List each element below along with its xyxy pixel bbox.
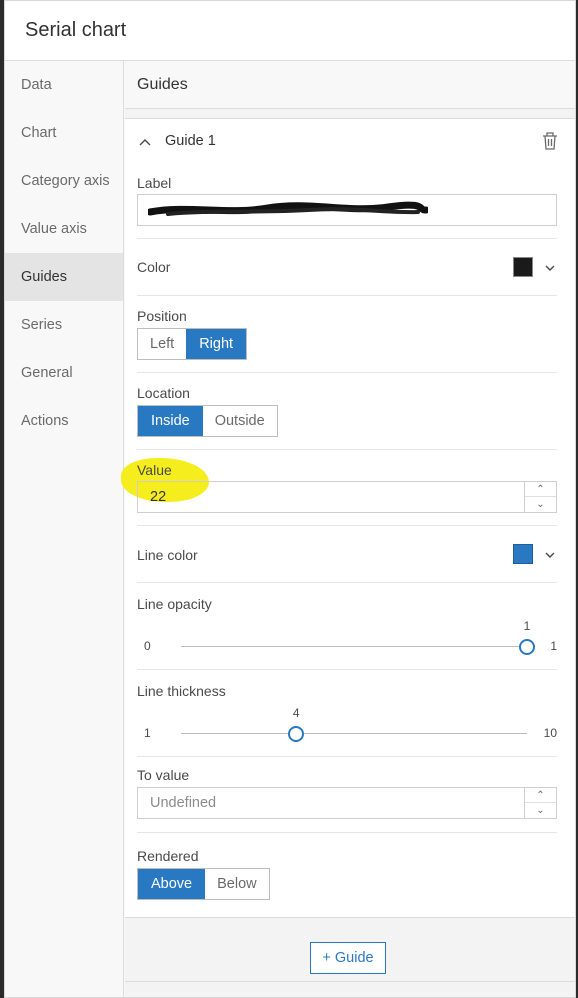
footer-divider [125,981,575,982]
line-color-row: Line color [137,526,557,583]
slider-track[interactable] [181,733,527,734]
slider-min: 1 [144,726,151,740]
slider-value: 1 [523,619,531,633]
trash-icon[interactable] [541,131,561,151]
to-value-caption: To value [137,767,190,783]
position-caption: Position [137,308,187,324]
redaction-scribble [148,201,428,216]
slider-min: 0 [144,639,151,653]
settings-sidebar: Data Chart Category axis Value axis Guid… [5,61,124,997]
section-title: Guides [125,61,575,109]
line-opacity-slider: 0 1 1 [137,619,557,659]
value-input[interactable]: 22 ⌃ ⌄ [137,481,557,513]
rendered-above-option[interactable]: Above [138,869,206,899]
value-row: Value 22 ⌃ ⌄ [121,450,557,526]
slider-value: 4 [292,706,300,720]
position-row: Position Left Right [137,296,557,373]
sidebar-item-data[interactable]: Data [5,61,123,109]
slider-max: 1 [550,639,557,653]
color-caption: Color [137,259,171,275]
line-opacity-caption: Line opacity [137,596,212,612]
line-thickness-caption: Line thickness [137,683,226,699]
chevron-down-icon [545,547,557,561]
to-value-spinner: ⌃ ⌄ [524,788,556,818]
label-input[interactable] [137,194,557,226]
sidebar-item-guides[interactable]: Guides [5,253,123,301]
guide-header[interactable]: Guide 1 [125,119,575,163]
location-inside-option[interactable]: Inside [138,406,203,436]
sidebar-item-value-axis[interactable]: Value axis [5,205,123,253]
caret-up-icon[interactable]: ⌃ [525,482,556,497]
rendered-row: Rendered Above Below [137,833,557,917]
location-row: Location Inside Outside [137,373,557,450]
line-color-caption: Line color [137,547,198,563]
add-guide-button[interactable]: + Guide [310,942,386,974]
caret-down-icon[interactable]: ⌄ [525,803,556,818]
to-value-row: To value Undefined ⌃ ⌄ [137,757,557,833]
guides-content: Guides Guide 1 Label Color Position Left… [121,61,575,997]
guide-title: Guide 1 [165,133,216,149]
line-thickness-row: Line thickness 1 4 10 [137,670,557,757]
slider-thumb[interactable] [519,639,535,655]
position-right-option[interactable]: Right [186,329,247,359]
sidebar-item-category-axis[interactable]: Category axis [5,157,123,205]
position-toggle: Left Right [137,328,248,360]
sidebar-item-chart[interactable]: Chart [5,109,123,157]
line-thickness-slider: 1 4 10 [137,706,557,746]
line-color-picker[interactable] [513,526,557,582]
color-swatch [513,257,533,277]
sidebar-item-actions[interactable]: Actions [5,397,123,445]
chevron-down-icon [545,260,557,274]
dialog-titlebar: Serial chart [5,1,575,61]
to-value-input[interactable]: Undefined ⌃ ⌄ [137,787,557,819]
slider-thumb[interactable] [288,726,305,742]
value-spinner: ⌃ ⌄ [524,482,556,512]
dialog-title: Serial chart [25,19,127,41]
to-value-placeholder: Undefined [150,795,217,811]
line-color-swatch [513,544,533,564]
value-text: 22 [150,489,167,505]
slider-track[interactable] [181,646,527,647]
rendered-toggle: Above Below [137,868,270,900]
location-toggle: Inside Outside [137,405,278,437]
slider-max: 10 [543,726,557,740]
guide-card: Guide 1 Label Color Position Left Right … [121,118,575,918]
serial-chart-dialog: Serial chart Data Chart Category axis Va… [4,0,576,998]
location-caption: Location [137,385,190,401]
rendered-below-option[interactable]: Below [205,869,269,899]
line-opacity-row: Line opacity 0 1 1 [137,583,557,670]
color-row: Color [137,239,557,296]
chevron-up-icon[interactable] [139,134,153,149]
rendered-caption: Rendered [137,848,199,864]
sidebar-item-series[interactable]: Series [5,301,123,349]
caret-down-icon[interactable]: ⌄ [525,497,556,512]
location-outside-option[interactable]: Outside [203,406,277,436]
label-row: Label [137,163,557,239]
color-picker[interactable] [513,239,557,295]
caret-up-icon[interactable]: ⌃ [525,788,556,803]
position-left-option[interactable]: Left [138,329,186,359]
value-caption: Value [137,462,172,478]
sidebar-item-general[interactable]: General [5,349,123,397]
label-caption: Label [137,175,172,191]
